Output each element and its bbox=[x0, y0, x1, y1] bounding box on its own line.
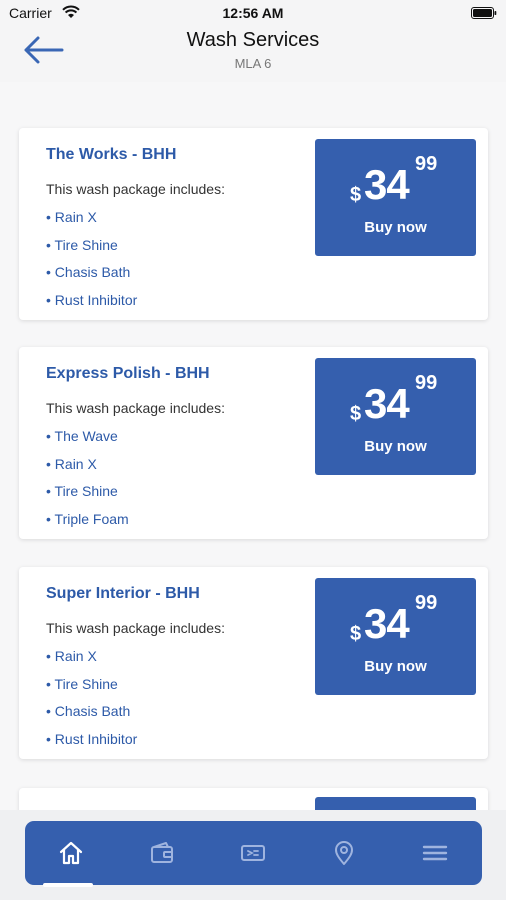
active-tab-indicator bbox=[43, 883, 93, 887]
bottom-navigation-area bbox=[0, 810, 506, 900]
package-item: • Rain X bbox=[46, 455, 97, 472]
buy-now-label: Buy now bbox=[364, 438, 427, 455]
buy-now-button[interactable]: $ 34 99 Buy now bbox=[315, 578, 476, 695]
price-cents: 99 bbox=[415, 153, 438, 175]
tab-bar bbox=[25, 821, 482, 887]
package-items-list: • Rain X • Tire Shine • Chasis Bath • Ru… bbox=[46, 643, 137, 754]
ticket-icon bbox=[240, 845, 265, 861]
package-includes-label: This wash package includes: bbox=[46, 400, 225, 416]
package-item: • Chasis Bath bbox=[46, 703, 131, 720]
package-includes-label: This wash package includes: bbox=[46, 181, 225, 197]
package-item: • Rain X bbox=[46, 648, 97, 664]
package-item: • Tire Shine bbox=[46, 236, 118, 253]
package-item: • Chasis Bath bbox=[46, 264, 131, 281]
price-dollars: 34 bbox=[364, 380, 410, 427]
package-items-list: • The Wave • Rain X • Tire Shine • Tripl… bbox=[46, 423, 129, 534]
buy-now-button[interactable]: $ 34 99 Buy now bbox=[315, 139, 476, 256]
tab-locations[interactable] bbox=[298, 821, 389, 885]
buy-now-button[interactable]: $ 34 99 Buy now bbox=[315, 358, 476, 475]
wash-package-card: Express Polish - BHH This wash package i… bbox=[19, 347, 488, 539]
page-title: Wash Services bbox=[186, 29, 320, 51]
buy-now-label: Buy now bbox=[364, 219, 427, 236]
package-item: • Tire Shine bbox=[46, 675, 118, 692]
package-title: The Works - BHH bbox=[46, 146, 177, 163]
package-item: • The Wave bbox=[46, 428, 118, 444]
wallet-icon bbox=[150, 842, 173, 863]
package-includes-label: This wash package includes: bbox=[46, 620, 225, 636]
status-bar: Carrier 12:56 AM bbox=[0, 0, 506, 26]
tab-menu[interactable] bbox=[389, 821, 480, 885]
wash-package-card: Super Interior - BHH This wash package i… bbox=[19, 567, 488, 759]
price-cents: 99 bbox=[415, 592, 438, 614]
buy-now-label: Buy now bbox=[364, 658, 427, 675]
package-item: • Tire Shine bbox=[46, 483, 118, 500]
battery-icon bbox=[471, 7, 497, 19]
price-currency: $ bbox=[350, 184, 362, 206]
package-item: • Rust Inhibitor bbox=[46, 731, 138, 748]
menu-icon bbox=[422, 845, 447, 861]
package-items-list: • Rain X • Tire Shine • Chasis Bath • Ru… bbox=[46, 204, 137, 315]
package-title: Express Polish - BHH bbox=[46, 365, 210, 382]
package-item: • Rain X bbox=[46, 209, 97, 225]
navigation-bar: Wash Services MLA 6 bbox=[0, 26, 506, 82]
status-time: 12:56 AM bbox=[222, 5, 284, 21]
tab-home[interactable] bbox=[25, 821, 116, 887]
price-dollars: 34 bbox=[364, 600, 410, 647]
package-item: • Rust Inhibitor bbox=[46, 292, 138, 309]
page-subtitle: MLA 6 bbox=[234, 56, 272, 71]
price-dollars: 34 bbox=[364, 161, 410, 208]
price-cents: 99 bbox=[415, 372, 438, 394]
package-title: Super Interior - BHH bbox=[46, 585, 200, 602]
location-pin-icon bbox=[334, 841, 353, 865]
tab-tickets[interactable] bbox=[207, 821, 298, 885]
tab-wallet[interactable] bbox=[116, 821, 207, 885]
home-icon bbox=[59, 841, 82, 865]
wash-package-card: The Works - BHH This wash package includ… bbox=[19, 128, 488, 320]
package-item: • Triple Foam bbox=[46, 511, 129, 528]
price-currency: $ bbox=[350, 623, 362, 645]
price-currency: $ bbox=[350, 403, 362, 425]
wash-services-list[interactable]: The Works - BHH This wash package includ… bbox=[0, 82, 506, 900]
